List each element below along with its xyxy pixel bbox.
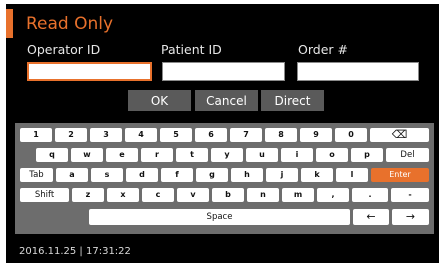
tab-key[interactable]: Tab xyxy=(20,168,53,182)
key-q[interactable]: q xyxy=(36,148,68,162)
key-5[interactable]: 5 xyxy=(160,128,192,142)
shift-key[interactable]: Shift xyxy=(20,188,69,202)
cancel-button[interactable]: Cancel xyxy=(195,90,258,111)
direct-button[interactable]: Direct xyxy=(261,90,324,111)
key-k[interactable]: k xyxy=(301,168,333,182)
patient-id-label: Patient ID xyxy=(161,42,222,57)
dialog-title: Read Only xyxy=(26,14,114,34)
key-e[interactable]: e xyxy=(106,148,138,162)
key-p[interactable]: p xyxy=(351,148,383,162)
order-number-label: Order # xyxy=(298,42,348,57)
order-number-input[interactable] xyxy=(297,62,419,81)
key-8[interactable]: 8 xyxy=(265,128,297,142)
key-7[interactable]: 7 xyxy=(230,128,262,142)
on-screen-keyboard: 1 2 3 4 5 6 7 8 9 0 ⌫ q w e r t y u i o … xyxy=(15,123,434,234)
operator-id-label: Operator ID xyxy=(27,42,101,57)
key-4[interactable]: 4 xyxy=(125,128,157,142)
key-f[interactable]: f xyxy=(161,168,193,182)
key-hyphen[interactable]: - xyxy=(391,188,429,202)
key-b[interactable]: b xyxy=(212,188,244,202)
key-t[interactable]: t xyxy=(176,148,208,162)
space-key[interactable]: Space xyxy=(89,209,350,225)
title-accent-bar xyxy=(6,9,13,38)
key-o[interactable]: o xyxy=(316,148,348,162)
key-9[interactable]: 9 xyxy=(300,128,332,142)
key-2[interactable]: 2 xyxy=(55,128,87,142)
enter-key[interactable]: Enter xyxy=(371,168,429,182)
key-0[interactable]: 0 xyxy=(335,128,367,142)
delete-key[interactable]: Del xyxy=(386,148,429,162)
key-i[interactable]: i xyxy=(281,148,313,162)
key-x[interactable]: x xyxy=(107,188,139,202)
key-u[interactable]: u xyxy=(246,148,278,162)
key-comma[interactable]: , xyxy=(317,188,349,202)
backspace-key-icon[interactable]: ⌫ xyxy=(370,128,429,142)
key-a[interactable]: a xyxy=(56,168,88,182)
operator-id-input[interactable] xyxy=(27,62,152,81)
status-datetime: 2016.11.25 | 17:31:22 xyxy=(19,246,131,257)
key-c[interactable]: c xyxy=(142,188,174,202)
key-m[interactable]: m xyxy=(282,188,314,202)
key-j[interactable]: j xyxy=(266,168,298,182)
key-l[interactable]: l xyxy=(336,168,368,182)
key-r[interactable]: r xyxy=(141,148,173,162)
key-g[interactable]: g xyxy=(196,168,228,182)
key-n[interactable]: n xyxy=(247,188,279,202)
patient-id-input[interactable] xyxy=(162,62,285,81)
key-z[interactable]: z xyxy=(72,188,104,202)
key-w[interactable]: w xyxy=(71,148,103,162)
key-s[interactable]: s xyxy=(91,168,123,182)
key-3[interactable]: 3 xyxy=(90,128,122,142)
key-6[interactable]: 6 xyxy=(195,128,227,142)
ok-button[interactable]: OK xyxy=(128,90,191,111)
right-arrow-icon[interactable]: → xyxy=(392,209,429,225)
key-d[interactable]: d xyxy=(126,168,158,182)
key-period[interactable]: . xyxy=(352,188,388,202)
key-1[interactable]: 1 xyxy=(20,128,52,142)
key-h[interactable]: h xyxy=(231,168,263,182)
screen: Read Only Operator ID Patient ID Order #… xyxy=(0,0,445,269)
key-v[interactable]: v xyxy=(177,188,209,202)
key-y[interactable]: y xyxy=(211,148,243,162)
left-arrow-icon[interactable]: ← xyxy=(353,209,389,225)
